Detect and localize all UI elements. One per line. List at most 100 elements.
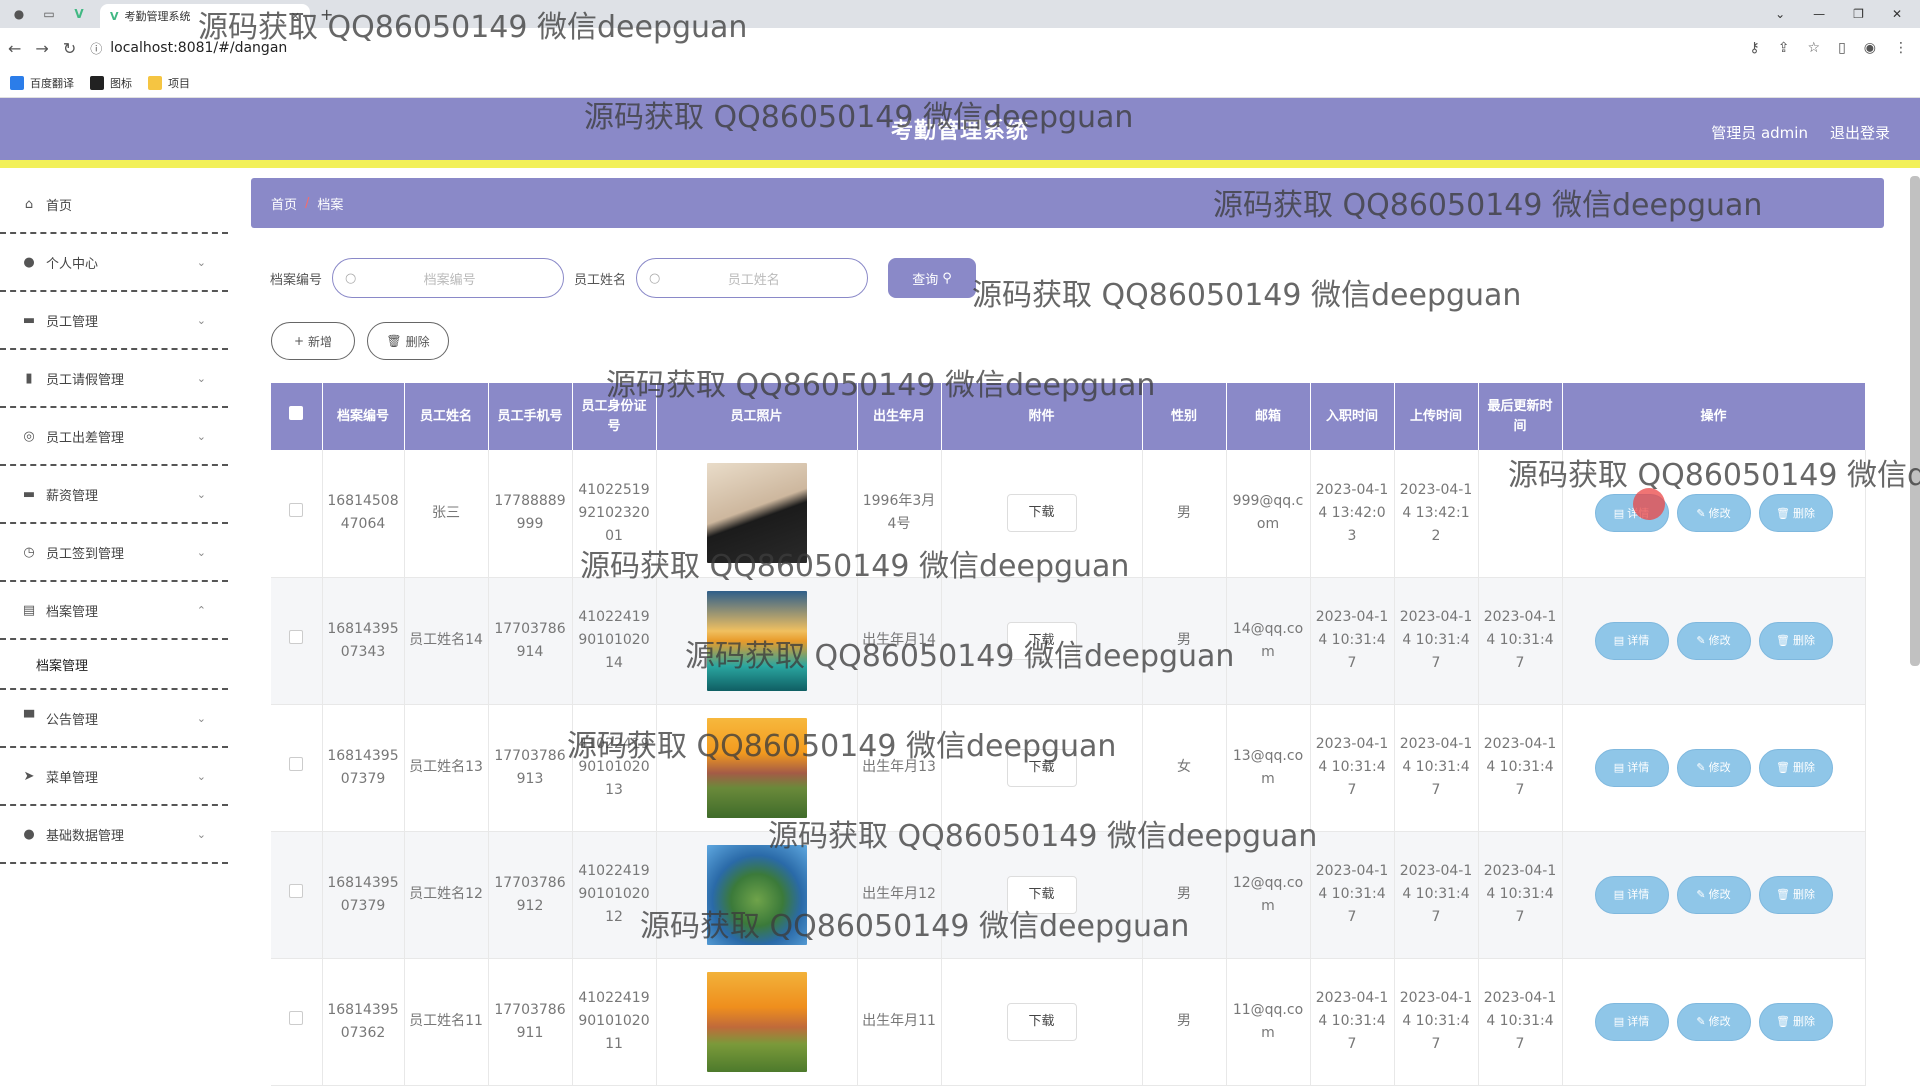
col-header[interactable]: 员工身份证号: [572, 383, 657, 450]
edit-button[interactable]: ✎ 修改: [1676, 875, 1751, 914]
row-checkbox[interactable]: [289, 630, 304, 644]
bookmark-baidu-translate[interactable]: 百度翻译: [10, 75, 74, 91]
edit-button[interactable]: ✎ 修改: [1676, 748, 1751, 787]
col-header[interactable]: 上传时间: [1394, 383, 1479, 450]
col-header[interactable]: 入职时间: [1310, 383, 1395, 450]
download-button[interactable]: 下载: [1006, 1002, 1077, 1041]
breadcrumb-home[interactable]: 首页: [271, 194, 297, 213]
row-checkbox[interactable]: [289, 884, 304, 898]
key-icon[interactable]: ⚷: [1750, 40, 1760, 56]
row-select-cell[interactable]: [271, 831, 323, 959]
pencil-icon: ✎: [1696, 634, 1706, 647]
col-header[interactable]: 员工手机号: [488, 383, 573, 450]
employee-photo[interactable]: [706, 590, 807, 691]
chevron-up-icon: ⌃: [196, 603, 206, 617]
sidepanel-icon[interactable]: ▯: [1838, 40, 1846, 56]
close-window-icon[interactable]: ✕: [1892, 7, 1902, 21]
edit-button[interactable]: ✎ 修改: [1676, 621, 1751, 660]
share-icon[interactable]: ⇪: [1778, 40, 1790, 56]
detail-button[interactable]: ▤详情: [1594, 875, 1669, 914]
row-select-cell[interactable]: [271, 450, 323, 578]
col-header[interactable]: 附件: [941, 383, 1143, 450]
sidebar-item-archive[interactable]: ▤ 档案管理 ⌃: [0, 582, 228, 640]
trash-icon: 🗑: [1776, 1015, 1790, 1028]
download-button[interactable]: 下载: [1006, 621, 1077, 660]
cell-id-card: 410224199010102013: [572, 704, 657, 832]
forward-icon[interactable]: →: [35, 39, 48, 58]
sidebar-item-salary[interactable]: ▬ 薪资管理 ⌄: [0, 466, 228, 524]
doc-icon: ▤: [1613, 506, 1625, 520]
url-field[interactable]: ⓘ localhost:8081/#/dangan: [90, 40, 287, 57]
employee-name-input[interactable]: ○ 员工姓名: [636, 258, 869, 298]
edit-button[interactable]: ✎ 修改: [1676, 1002, 1751, 1041]
employee-photo[interactable]: [706, 971, 807, 1072]
logout-link[interactable]: 退出登录: [1830, 122, 1890, 143]
download-button[interactable]: 下载: [1006, 875, 1077, 914]
account-icon[interactable]: ◉: [1864, 40, 1876, 56]
row-select-cell[interactable]: [271, 704, 323, 832]
close-tab-icon[interactable]: ✕: [291, 10, 300, 23]
scrollbar[interactable]: [1910, 176, 1920, 666]
cell-employee-name: 员工姓名12: [404, 831, 489, 959]
submenu-archive-manage[interactable]: 档案管理: [0, 640, 228, 690]
row-checkbox[interactable]: [289, 1011, 304, 1025]
download-button[interactable]: 下载: [1006, 748, 1077, 787]
cell-operations: ▤详情 ✎修改 🗑删除: [1562, 831, 1866, 959]
info-icon[interactable]: ⓘ: [90, 40, 102, 57]
employee-photo[interactable]: [706, 717, 807, 818]
detail-button[interactable]: ▤详情: [1594, 621, 1669, 660]
star-icon[interactable]: ☆: [1808, 40, 1821, 56]
sidebar-item-basedata[interactable]: ● 基础数据管理 ⌄: [0, 806, 228, 864]
batch-delete-button[interactable]: 🗑 删除: [367, 322, 449, 360]
browser-tab[interactable]: V 考勤管理系统 ✕: [100, 4, 310, 28]
col-header[interactable]: 最后更新时间: [1478, 383, 1563, 450]
vue-icon[interactable]: V: [68, 5, 90, 23]
kebab-menu-icon[interactable]: ⋮: [1894, 40, 1908, 56]
back-icon[interactable]: ←: [8, 39, 21, 58]
sidebar-item-trip[interactable]: ◎ 员工出差管理 ⌄: [0, 408, 228, 466]
sidebar-item-profile[interactable]: ● 个人中心 ⌄: [0, 234, 228, 292]
col-header[interactable]: 性别: [1142, 383, 1227, 450]
sidebar-item-employee[interactable]: ▬ 员工管理 ⌄: [0, 292, 228, 350]
select-all-cell[interactable]: [271, 383, 323, 450]
add-button[interactable]: + 新增: [271, 322, 355, 360]
sidebar-item-signin[interactable]: ◷ 员工签到管理 ⌄: [0, 524, 228, 582]
col-header[interactable]: 员工照片: [656, 383, 858, 450]
employee-photo[interactable]: [706, 463, 807, 564]
trash-icon: 🗑: [1776, 761, 1790, 774]
delete-button[interactable]: 🗑 删除: [1758, 494, 1833, 533]
minimize-icon[interactable]: —: [1813, 7, 1825, 21]
download-button[interactable]: 下载: [1006, 494, 1077, 533]
bookmark-project[interactable]: 项目: [148, 75, 190, 91]
row-checkbox[interactable]: [289, 502, 304, 517]
delete-button[interactable]: 🗑 删除: [1758, 875, 1833, 914]
sidebar-item-leave[interactable]: ▮ 员工请假管理 ⌄: [0, 350, 228, 408]
new-tab-icon[interactable]: +: [320, 5, 333, 24]
restore-icon[interactable]: ❐: [1853, 7, 1864, 21]
row-select-cell[interactable]: [271, 577, 323, 705]
tab-icon[interactable]: ▭: [38, 5, 60, 23]
sidebar-item-menu[interactable]: ➤ 菜单管理 ⌄: [0, 748, 228, 806]
query-button[interactable]: 查询 ⚲: [888, 258, 977, 298]
delete-button[interactable]: 🗑 删除: [1758, 748, 1833, 787]
sidebar-item-notice[interactable]: ▀ 公告管理 ⌄: [0, 690, 228, 748]
bookmark-icons[interactable]: 图标: [90, 75, 132, 91]
edit-button[interactable]: ✎ 修改: [1676, 494, 1751, 533]
employee-photo[interactable]: [706, 844, 807, 945]
archive-id-input[interactable]: ○ 档案编号: [332, 258, 565, 298]
delete-button[interactable]: 🗑 删除: [1758, 1002, 1833, 1041]
detail-button[interactable]: ▤详情: [1594, 1002, 1669, 1041]
col-header[interactable]: 出生年月: [857, 383, 942, 450]
row-checkbox[interactable]: [289, 757, 304, 771]
sidebar-item-home[interactable]: ⌂ 首页: [0, 176, 228, 234]
select-all-checkbox[interactable]: [289, 406, 304, 420]
reload-icon[interactable]: ↻: [63, 39, 76, 58]
tab-search-icon[interactable]: ⌄: [1775, 7, 1785, 21]
profile-icon[interactable]: ●: [8, 5, 30, 23]
delete-button[interactable]: 🗑 删除: [1758, 621, 1833, 660]
col-header[interactable]: 员工姓名: [404, 383, 489, 450]
col-header[interactable]: 档案编号: [322, 383, 405, 450]
col-header[interactable]: 邮箱: [1226, 383, 1311, 450]
detail-button[interactable]: ▤详情: [1594, 748, 1669, 787]
row-select-cell[interactable]: [271, 958, 323, 1086]
